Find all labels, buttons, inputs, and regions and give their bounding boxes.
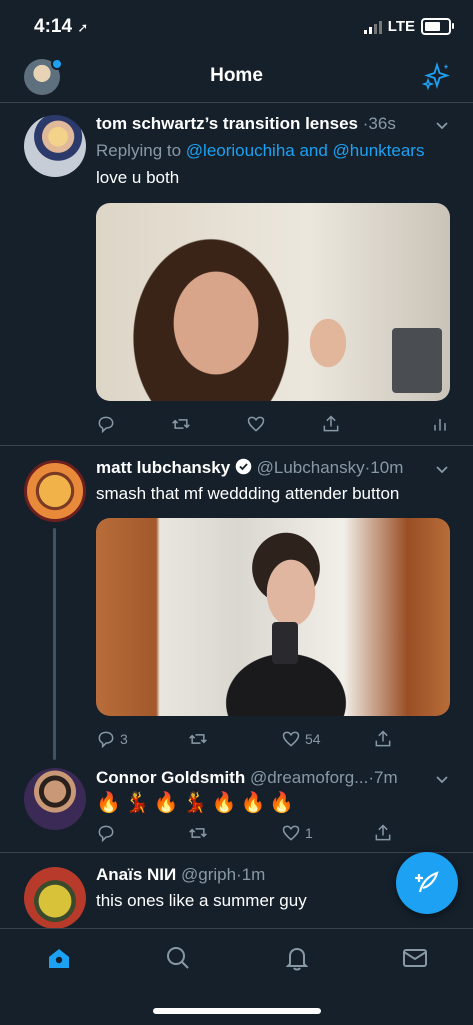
retweet-button[interactable] <box>188 729 208 749</box>
signal-icon <box>363 20 382 34</box>
verified-badge-icon <box>235 458 252 475</box>
status-bar: 4:14 ➚ LTE <box>0 0 473 56</box>
handle[interactable]: @griph <box>181 865 236 884</box>
reply-prefix: Replying to <box>96 141 182 160</box>
tweet-text: smash that mf weddding attender button <box>96 484 400 503</box>
share-button[interactable] <box>373 729 393 749</box>
reply-button[interactable]: 3 <box>96 729 128 749</box>
tweet-header: tom schwartz’s transition lenses ·36s <box>96 114 449 134</box>
avatar[interactable] <box>24 115 86 177</box>
retweet-icon <box>172 419 190 429</box>
like-icon <box>282 731 300 747</box>
network-label: LTE <box>387 18 415 35</box>
retweet-button[interactable] <box>171 414 191 434</box>
reply-count: 3 <box>120 731 128 747</box>
tweet-text: 🔥💃🔥💃🔥🔥🔥 <box>96 792 299 814</box>
display-name[interactable]: Anaïs NIИ <box>96 865 176 884</box>
like-button[interactable]: 54 <box>281 729 321 749</box>
home-indicator[interactable] <box>153 1008 321 1014</box>
handle[interactable]: @dreamoforg... <box>250 768 368 787</box>
tweet-text: this ones like a summer guy <box>96 891 307 910</box>
tweet[interactable]: matt lubchansky @Lubchansky·10m smash th… <box>0 446 473 760</box>
share-button[interactable] <box>373 823 393 843</box>
analytics-button[interactable] <box>430 414 450 434</box>
timestamp: 10m <box>370 458 404 477</box>
retweet-icon <box>189 828 207 838</box>
chevron-down-icon[interactable] <box>435 463 449 477</box>
reply-icon <box>98 825 114 843</box>
tweet-actions <box>96 414 450 438</box>
tweet-text: love u both <box>96 168 180 187</box>
chevron-down-icon[interactable] <box>435 773 449 787</box>
timestamp: 7m <box>374 768 398 787</box>
tweet-image[interactable] <box>96 203 450 401</box>
status-indicators: LTE <box>363 18 454 35</box>
share-button[interactable] <box>321 414 341 434</box>
timestamp: 1m <box>241 865 266 884</box>
reply-context: Replying to @leoriouchiha and @hunktears <box>96 141 449 161</box>
notifications-icon[interactable] <box>284 945 310 971</box>
compose-button[interactable] <box>396 852 458 914</box>
share-icon <box>375 824 391 841</box>
home-icon[interactable] <box>46 945 72 971</box>
avatar[interactable] <box>24 867 86 929</box>
thread-line <box>53 528 56 760</box>
retweet-button[interactable] <box>188 823 208 843</box>
tweet[interactable]: tom schwartz’s transition lenses ·36s Re… <box>0 103 473 445</box>
battery-icon <box>421 18 454 35</box>
tweet-image[interactable] <box>96 518 450 716</box>
tweet-header: Connor Goldsmith @dreamoforg...·7m <box>96 768 449 788</box>
header: Home <box>0 56 473 103</box>
display-name[interactable]: tom schwartz’s transition lenses <box>96 114 358 133</box>
like-icon <box>247 416 265 432</box>
handle[interactable]: @Lubchansky <box>257 458 365 477</box>
compose-icon <box>415 871 439 893</box>
search-icon[interactable] <box>165 945 191 971</box>
tweet-actions: 3 54 <box>96 729 450 753</box>
tweet-header: matt lubchansky @Lubchansky·10m <box>96 458 449 478</box>
like-count: 1 <box>305 825 313 841</box>
like-button[interactable]: 1 <box>281 823 313 843</box>
like-count: 54 <box>305 731 321 747</box>
clock: 4:14 ➚ <box>34 16 89 37</box>
display-name[interactable]: Connor Goldsmith <box>96 768 245 787</box>
share-icon <box>323 415 339 432</box>
messages-icon[interactable] <box>402 945 428 971</box>
like-icon <box>282 825 300 841</box>
analytics-icon <box>434 419 446 431</box>
like-button[interactable] <box>246 414 266 434</box>
avatar[interactable] <box>24 460 86 522</box>
reply-button[interactable] <box>96 414 116 434</box>
tweet-header: Anaïs NIИ @griph·1m <box>96 865 373 885</box>
reply-icon <box>98 731 114 749</box>
tweet-actions: 1 <box>96 823 450 847</box>
reply-icon <box>98 416 114 434</box>
sparkle-icon[interactable] <box>421 62 451 92</box>
display-name[interactable]: matt lubchansky <box>96 458 230 477</box>
reply-button[interactable] <box>96 823 116 843</box>
page-title: Home <box>210 65 263 86</box>
chevron-down-icon[interactable] <box>435 119 449 133</box>
reply-users-link[interactable]: @leoriouchiha and @hunktears <box>186 141 425 160</box>
retweet-icon <box>189 734 207 744</box>
avatar[interactable] <box>24 768 86 830</box>
timestamp: 36s <box>368 114 396 133</box>
share-icon <box>375 730 391 747</box>
